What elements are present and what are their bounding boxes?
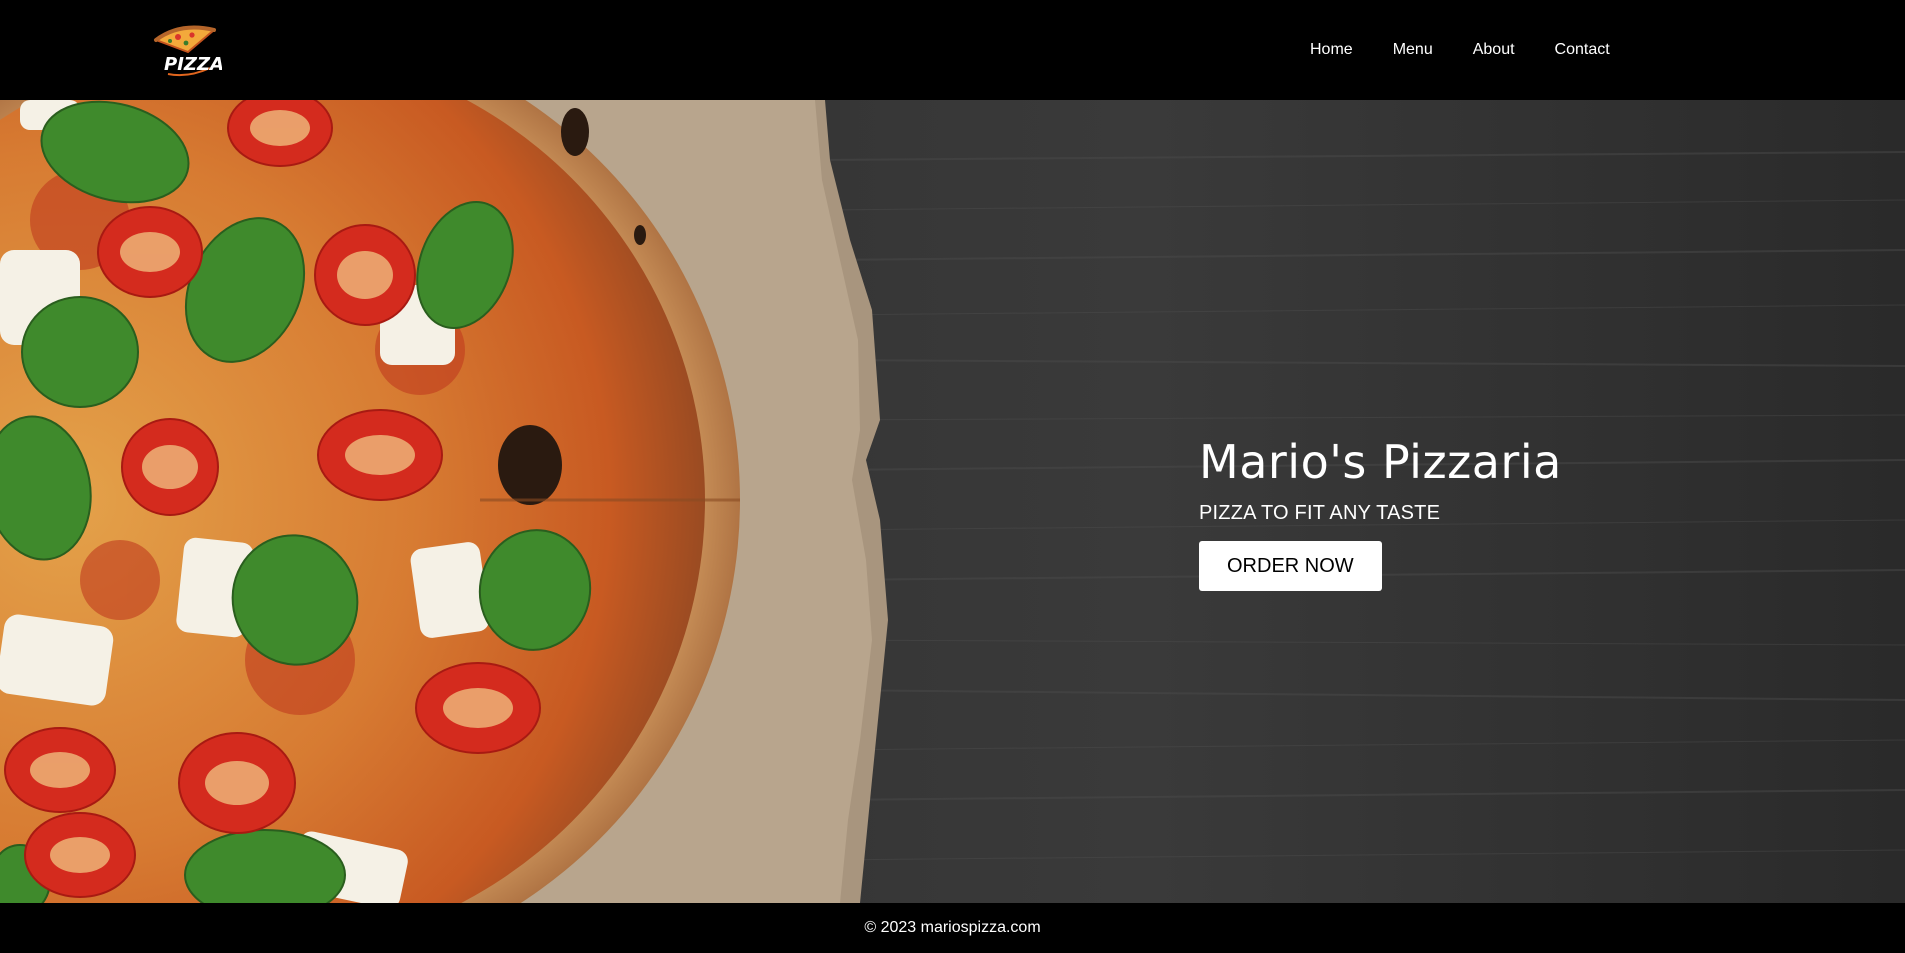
pizza-slice-icon: PIZZA <box>153 25 224 77</box>
hero-title: Mario's Pizzaria <box>1199 435 1562 489</box>
hero-subtitle: PIZZA TO FIT ANY TASTE <box>1199 502 1441 525</box>
page: PIZZA Home Menu About Contact Mario's Pi… <box>0 0 1905 953</box>
nav-contact[interactable]: Contact <box>1555 41 1610 59</box>
nav-menu[interactable]: Menu <box>1393 41 1433 59</box>
logo-text: PIZZA <box>164 54 222 75</box>
order-now-button[interactable]: ORDER NOW <box>1199 541 1382 592</box>
copyright-text: © 2023 mariospizza.com <box>864 919 1041 936</box>
site-header: PIZZA Home Menu About Contact <box>0 0 1905 100</box>
pizza-logo[interactable]: PIZZA <box>148 20 224 80</box>
main-nav: Home Menu About Contact <box>1310 0 1610 100</box>
hero-content: Mario's Pizzaria PIZZA TO FIT ANY TASTE … <box>1199 435 1799 592</box>
nav-about[interactable]: About <box>1473 41 1515 59</box>
site-footer: © 2023 mariospizza.com <box>0 903 1905 953</box>
hero-section: Mario's Pizzaria PIZZA TO FIT ANY TASTE … <box>0 100 1905 903</box>
nav-home[interactable]: Home <box>1310 41 1353 59</box>
